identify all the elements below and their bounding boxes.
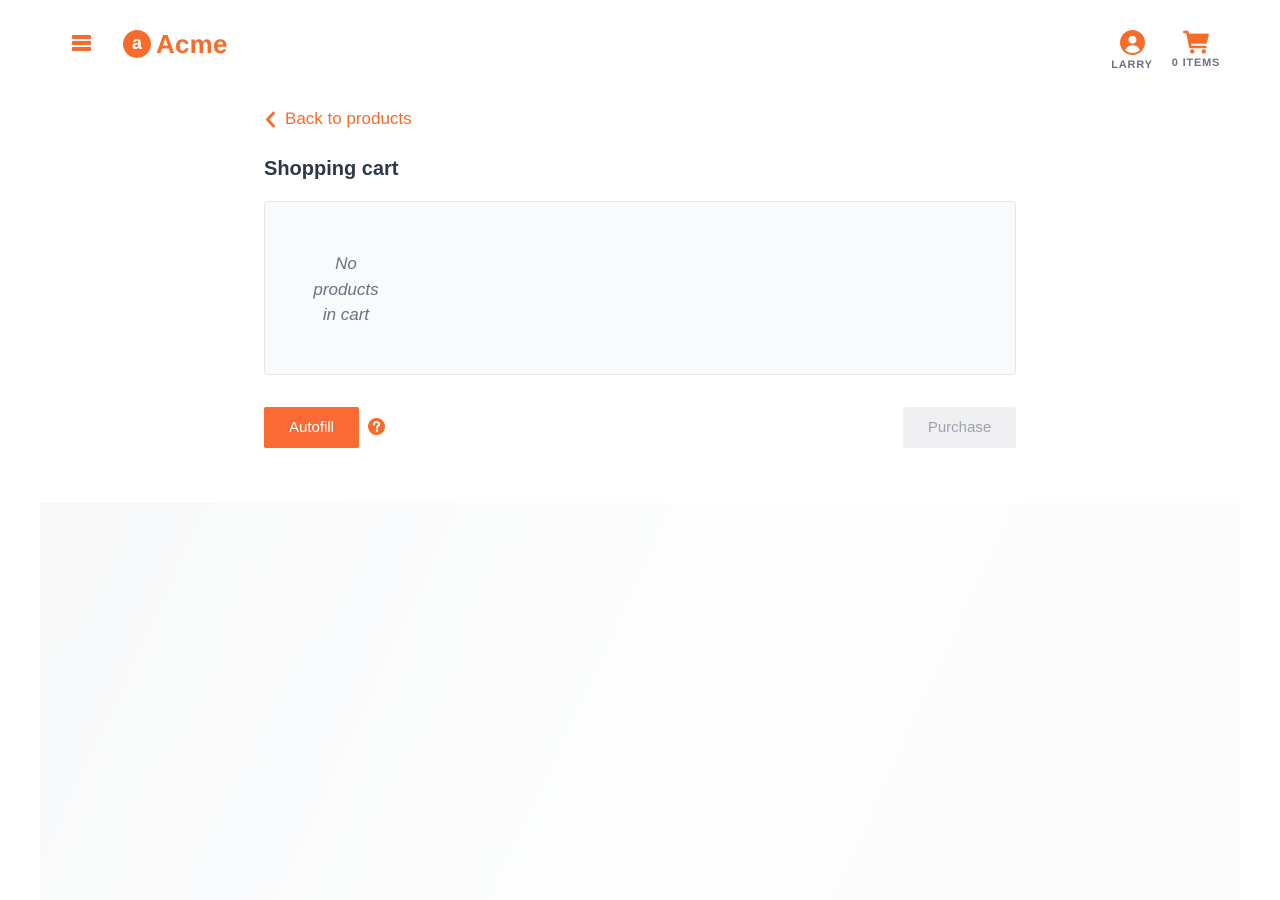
question-circle-icon[interactable] — [368, 418, 385, 435]
user-name-label: LARRY — [1111, 59, 1153, 71]
chevron-left-icon — [266, 111, 275, 127]
brand-name: Acme — [156, 28, 228, 59]
menu-bar — [72, 35, 91, 39]
back-to-products-link[interactable]: Back to products — [264, 109, 412, 129]
menu-bar — [72, 47, 91, 51]
cart-items-panel: No products in cart — [264, 201, 1016, 375]
page-title: Shopping cart — [264, 158, 399, 180]
top-header: a Acme LARRY 0 ITEMS — [0, 0, 1280, 90]
empty-cart-message: No products in cart — [313, 254, 379, 324]
autofill-button[interactable]: Autofill — [264, 407, 359, 448]
brand-badge: a — [123, 30, 151, 58]
cart-count-label: 0 ITEMS — [1171, 57, 1221, 69]
shopping-cart-icon — [1183, 30, 1209, 54]
hamburger-menu-icon[interactable] — [72, 33, 92, 51]
cart-button[interactable]: 0 ITEMS — [1168, 30, 1224, 69]
brand-logo-link[interactable]: a Acme — [123, 28, 228, 60]
user-circle-icon — [1119, 30, 1145, 55]
menu-bar — [72, 41, 91, 45]
user-account-button[interactable]: LARRY — [1106, 30, 1158, 71]
purchase-button[interactable]: Purchase — [903, 407, 1016, 448]
back-link-label: Back to products — [285, 109, 412, 128]
background-decoration — [40, 503, 1240, 900]
